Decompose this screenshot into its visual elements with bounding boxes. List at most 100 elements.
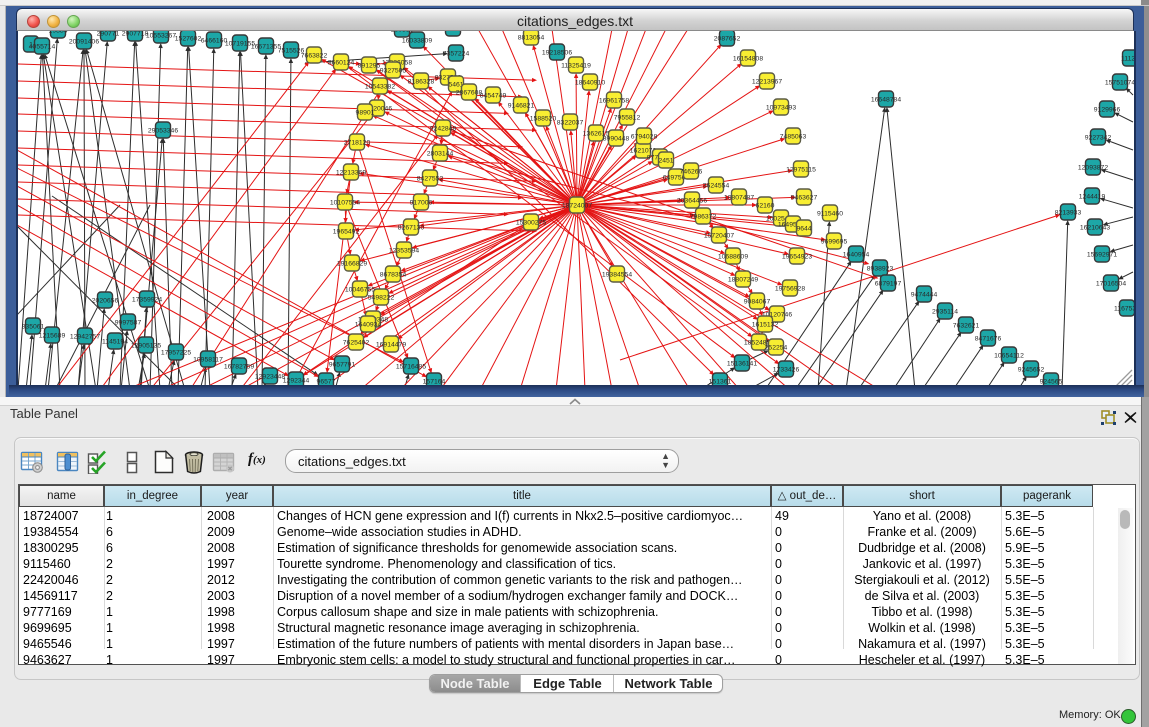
svg-text:7357224: 7357224 [443,50,470,57]
svg-text:8990448: 8990448 [603,135,630,142]
svg-text:8427552: 8427552 [417,175,444,182]
svg-text:1292344: 1292344 [283,377,310,384]
svg-text:19166829: 19166829 [337,260,367,267]
svg-text:15692971: 15692971 [1087,251,1117,258]
svg-text:2020656: 2020656 [92,297,119,304]
svg-text:10107554: 10107554 [330,199,360,206]
svg-text:9657791: 9657791 [329,361,356,368]
svg-text:9644: 9644 [796,225,811,232]
svg-text:18807249: 18807249 [728,276,758,283]
svg-text:8471676: 8471676 [975,335,1002,342]
svg-text:6466160: 6466160 [201,37,228,44]
svg-text:9997587: 9997587 [115,319,142,326]
svg-text:4055714: 4055714 [29,43,56,50]
svg-text:2867608: 2867608 [456,89,483,96]
svg-text:1588520: 1588520 [530,115,557,122]
svg-text:10046755: 10046755 [345,286,375,293]
svg-text:1965492: 1965492 [333,228,360,235]
svg-text:11124: 11124 [1121,55,1134,62]
svg-text:10654112: 10654112 [994,352,1024,359]
svg-text:17016504: 17016504 [1096,280,1126,287]
svg-text:8267130: 8267130 [398,224,425,231]
svg-text:17957225: 17957225 [161,349,191,356]
svg-text:29053346: 29053346 [148,127,178,134]
svg-text:9699695: 9699695 [821,238,848,245]
svg-text:19384554: 19384554 [602,271,632,278]
svg-text:9146821: 9146821 [508,102,535,109]
svg-text:16033809: 16033809 [402,37,432,44]
svg-text:19654923: 19654923 [782,253,812,260]
svg-text:1640934: 1640934 [355,321,382,328]
svg-text:2718120: 2718120 [344,139,371,146]
svg-text:10958117: 10958117 [193,356,223,363]
svg-text:151361: 151361 [709,378,732,385]
svg-text:8454749: 8454749 [480,92,507,99]
svg-text:10543382: 10543382 [365,83,395,90]
svg-text:6794028: 6794028 [631,133,658,140]
svg-text:1244419: 1244419 [1079,193,1106,200]
svg-text:15720407: 15720407 [704,232,734,239]
svg-text:1145194: 1145194 [102,338,128,345]
svg-text:10553267: 10553267 [146,32,176,39]
svg-text:10688609: 10688609 [718,253,748,260]
svg-text:9474444: 9474444 [911,291,938,298]
svg-text:11325419: 11325419 [561,62,591,69]
svg-text:1215689: 1215689 [39,332,66,339]
svg-text:16210643: 16210643 [1080,224,1110,231]
svg-text:8213933: 8213933 [1055,209,1082,216]
svg-text:6879197: 6879197 [875,280,902,287]
svg-text:12213967: 12213967 [752,78,782,85]
svg-text:157164: 157164 [423,378,446,385]
svg-text:2087652: 2087652 [714,35,741,42]
svg-text:15300275: 15300275 [516,219,546,226]
svg-text:7625402: 7625402 [343,339,370,346]
svg-text:12353594: 12353594 [389,247,419,254]
svg-text:7663822: 7663822 [301,52,328,59]
svg-text:9242848: 9242848 [430,125,457,132]
svg-text:9245652: 9245652 [1018,366,1045,373]
svg-text:15751074: 15751074 [1105,79,1134,86]
svg-text:335061: 335061 [22,323,45,330]
svg-text:2803144: 2803144 [427,150,454,157]
svg-text:8186328: 8186328 [408,78,435,85]
svg-text:19756928: 19756928 [775,285,805,292]
svg-text:9129966: 9129966 [1094,106,1121,113]
svg-text:1615132: 1615132 [752,321,779,328]
svg-text:2451: 2451 [658,157,673,164]
svg-text:9115460: 9115460 [817,210,843,217]
svg-text:1733426: 1733426 [773,366,800,373]
svg-text:891295: 891295 [358,62,381,69]
svg-text:9227342: 9227342 [1085,134,1112,141]
svg-text:12213369: 12213369 [336,169,366,176]
svg-text:1167533: 1167533 [1114,305,1134,312]
svg-text:18724007: 18724007 [562,202,592,209]
svg-text:20364456: 20364456 [677,197,707,204]
svg-text:19218506: 19218506 [542,49,572,56]
svg-text:15136141: 15136141 [727,360,757,367]
svg-text:96577: 96577 [317,378,336,385]
svg-text:8813054: 8813054 [518,34,545,41]
svg-text:1640954: 1640954 [843,251,870,258]
svg-text:16961758: 16961758 [599,97,629,104]
svg-text:62160: 62160 [756,202,775,209]
svg-text:8660124: 8660124 [328,59,355,66]
svg-text:924565: 924565 [1040,378,1063,385]
svg-text:10807487: 10807487 [724,194,754,201]
svg-text:7986372: 7986372 [690,213,717,220]
svg-text:16671355: 16671355 [251,43,281,50]
svg-text:8322037: 8322037 [557,119,584,126]
svg-text:7955812: 7955812 [614,114,641,121]
svg-text:17359924: 17359924 [132,296,162,303]
svg-text:2935114: 2935114 [932,308,958,315]
svg-text:16648784: 16648784 [871,96,901,103]
svg-text:9463627: 9463627 [791,194,818,201]
svg-text:19884: 19884 [49,31,68,34]
svg-text:746266: 746266 [680,168,703,175]
svg-text:7485063: 7485063 [780,133,807,140]
svg-text:8678354: 8678354 [380,271,407,278]
svg-text:12093872: 12093872 [1078,164,1108,171]
svg-text:917006: 917006 [410,199,433,206]
svg-text:12975115: 12975115 [786,166,816,173]
svg-text:12905135: 12905135 [131,342,161,349]
svg-text:15716485: 15716485 [396,363,426,370]
